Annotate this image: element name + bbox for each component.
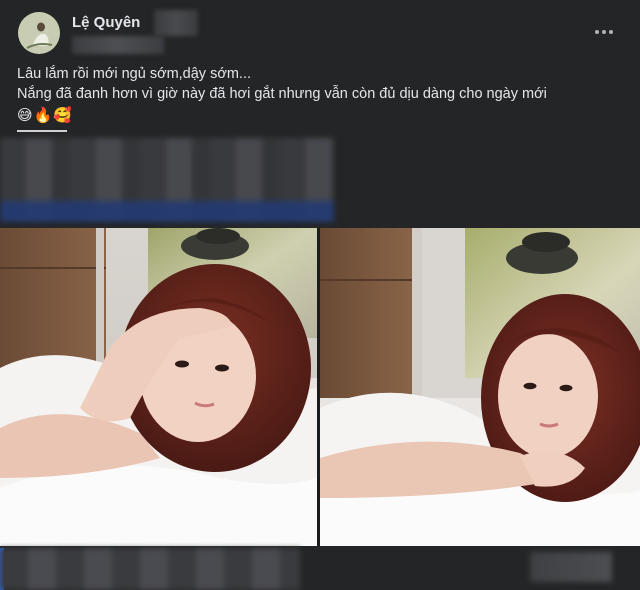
- redacted-name-suffix: [154, 10, 198, 36]
- smiling-hearts-emoji: 🥰: [53, 107, 73, 124]
- photo-left-image: [0, 228, 317, 546]
- fire-emoji: 🔥: [33, 107, 53, 124]
- caption-line-1: Lâu lắm rồi mới ngủ sớm,dậy sớm...: [17, 66, 252, 82]
- emoji-underline: [17, 130, 67, 132]
- redacted-text-block: [0, 138, 334, 222]
- author-name[interactable]: Lệ Quyên: [72, 14, 140, 31]
- avatar-illustration: [18, 12, 60, 54]
- post-caption: Lâu lắm rồi mới ngủ sớm,dậy sớm... Nắng …: [17, 64, 627, 104]
- photo-left[interactable]: [0, 228, 317, 546]
- caption-emojis: 😅 🔥 🥰: [17, 106, 72, 126]
- redacted-footer-right: [530, 552, 612, 582]
- redacted-post-meta: [72, 36, 164, 54]
- photo-right[interactable]: [320, 228, 640, 546]
- redacted-footer-left: [0, 548, 300, 590]
- more-dot: [602, 30, 606, 34]
- photo-grid: [0, 228, 640, 546]
- grinning-sweat-emoji: 😅: [17, 107, 33, 124]
- more-dot: [609, 30, 613, 34]
- redacted-footer: [0, 548, 640, 590]
- caption-line-2: Nắng đã đanh hơn vì giờ này đã hơi gắt n…: [17, 86, 547, 102]
- facebook-post: Lệ Quyên Lâu lắm rồi mới ngủ sớm,dậy sớm…: [0, 0, 640, 590]
- more-options-button[interactable]: [590, 18, 618, 46]
- author-avatar[interactable]: [18, 12, 60, 54]
- more-horizontal-icon: [595, 30, 599, 34]
- post-header: Lệ Quyên: [16, 10, 624, 56]
- photo-right-image: [320, 228, 640, 546]
